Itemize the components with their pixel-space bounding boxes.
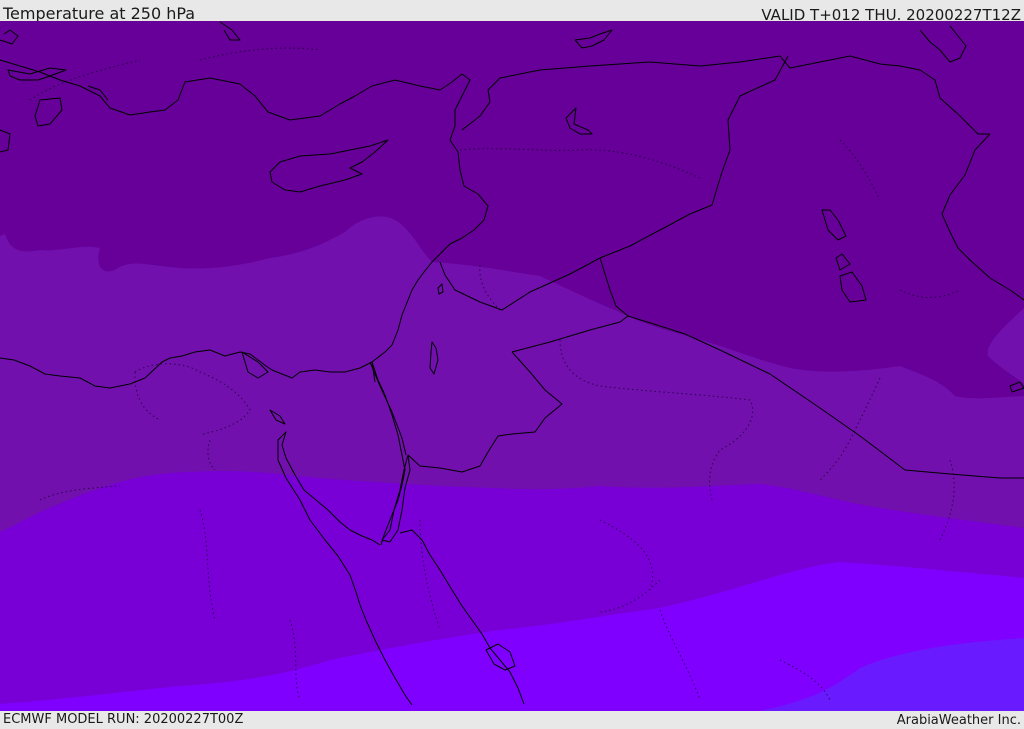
header-bar: Temperature at 250 hPa VALID T+012 THU. … — [0, 0, 1024, 24]
footer-bar: ECMWF MODEL RUN: 20200227T00Z ArabiaWeat… — [0, 711, 1024, 729]
model-run: ECMWF MODEL RUN: 20200227T00Z — [3, 712, 244, 727]
credit-label: ArabiaWeather Inc. — [896, 713, 1021, 728]
weather-map[interactable] — [0, 21, 1024, 711]
